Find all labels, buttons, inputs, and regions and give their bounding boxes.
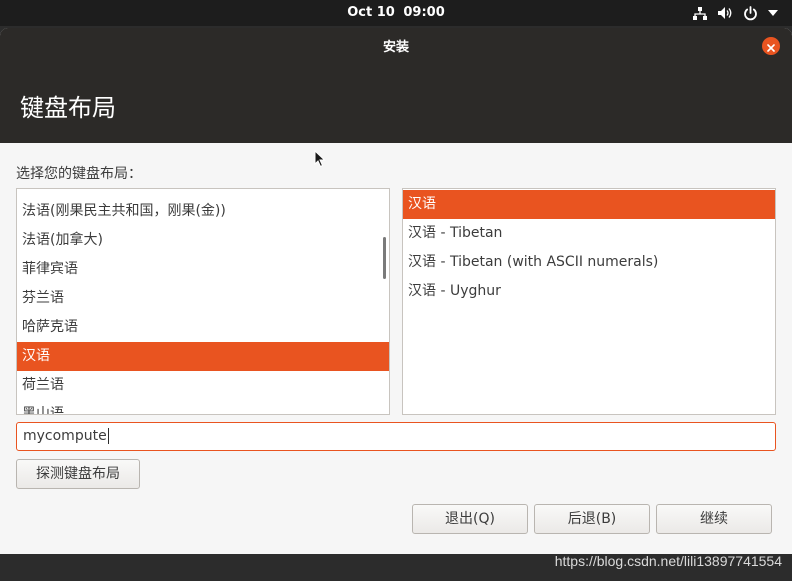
layout-list-item[interactable]: 荷兰语 xyxy=(17,371,389,400)
variant-list-item[interactable]: 汉语 - Tibetan xyxy=(403,219,775,248)
variant-list-item[interactable]: 汉语 - Tibetan (with ASCII numerals) xyxy=(403,248,775,277)
layout-list-item[interactable]: 黑山语 xyxy=(17,400,389,414)
layout-prompt: 选择您的键盘布局： xyxy=(16,166,142,182)
layout-list-item[interactable]: 菲律宾语 xyxy=(17,255,389,284)
continue-button[interactable]: 继续 xyxy=(656,504,772,534)
clock-date: Oct 10 xyxy=(347,5,395,20)
back-button[interactable]: 后退(B) xyxy=(534,504,650,534)
detect-layout-button[interactable]: 探测键盘布局 xyxy=(16,459,140,489)
layout-list-item[interactable]: 哈萨克语 xyxy=(17,313,389,342)
variant-list-item-selected[interactable]: 汉语 xyxy=(403,190,775,219)
system-tray[interactable] xyxy=(693,0,778,26)
mouse-pointer-icon xyxy=(314,149,326,172)
layout-list-item[interactable]: 法语(刚果民主共和国，刚果(金)) xyxy=(17,197,389,226)
quit-button[interactable]: 退出(Q) xyxy=(412,504,528,534)
layout-list-scrollbar[interactable] xyxy=(383,237,386,279)
menu-arrow-icon[interactable] xyxy=(768,10,778,16)
layout-list[interactable]: 法语(刚果民主共和国，刚果(金)) 法语(加拿大) 菲律宾语 芬兰语 哈萨克语 … xyxy=(16,188,390,415)
layout-list-item[interactable]: 芬兰语 xyxy=(17,284,389,313)
volume-icon[interactable] xyxy=(717,6,733,20)
close-button[interactable] xyxy=(762,37,780,55)
network-icon[interactable] xyxy=(693,6,707,20)
keyboard-test-value: mycompute xyxy=(23,428,107,444)
top-bar: Oct 10 09:00 xyxy=(0,0,792,26)
installer-window: 安装 键盘布局 选择您的键盘布局： 法语(刚果民主共和国，刚果(金)) 法语(加… xyxy=(0,28,792,554)
close-icon xyxy=(767,37,775,56)
layout-list-item[interactable]: 法语(加拿大) xyxy=(17,226,389,255)
variant-list[interactable]: 汉语 汉语 - Tibetan 汉语 - Tibetan (with ASCII… xyxy=(402,188,776,415)
watermark-text: https://blog.csdn.net/lili13897741554 xyxy=(554,553,782,569)
keyboard-test-input[interactable]: mycompute xyxy=(16,422,776,451)
clock[interactable]: Oct 10 09:00 xyxy=(0,0,792,26)
power-icon[interactable] xyxy=(743,5,758,21)
window-title: 安装 xyxy=(382,40,409,55)
layout-list-item-selected[interactable]: 汉语 xyxy=(17,342,389,371)
window-header: 安装 键盘布局 xyxy=(0,28,792,143)
text-caret xyxy=(107,428,109,444)
clock-time: 09:00 xyxy=(403,5,445,20)
variant-list-item[interactable]: 汉语 - Uyghur xyxy=(403,277,775,306)
page-title: 键盘布局 xyxy=(20,94,116,122)
